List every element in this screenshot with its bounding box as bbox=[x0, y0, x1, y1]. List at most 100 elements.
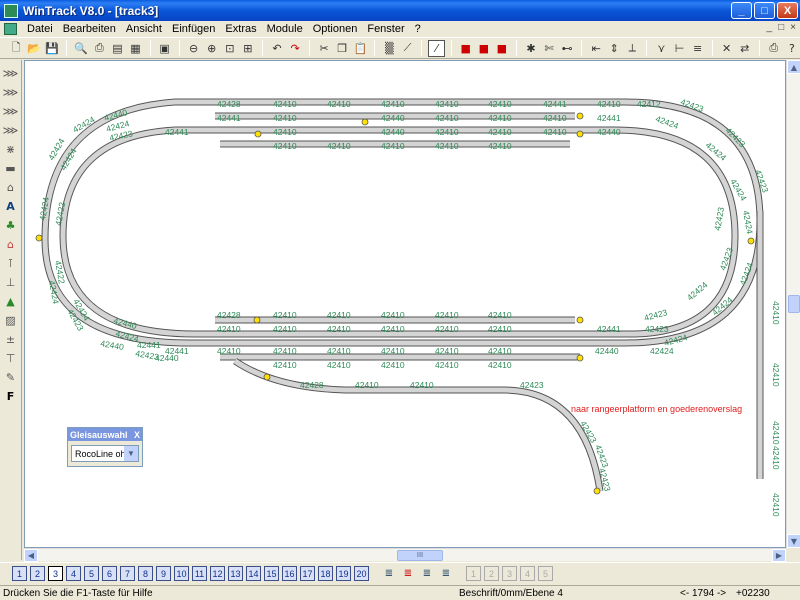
save-icon[interactable]: 💾 bbox=[44, 40, 60, 57]
layer-button-9[interactable]: 9 bbox=[156, 566, 171, 581]
layer-button-8[interactable]: 8 bbox=[138, 566, 153, 581]
cross-icon[interactable]: ✕ bbox=[719, 40, 735, 57]
title-bar[interactable]: WinTrack V8.0 - [track3] _ □ X bbox=[0, 0, 800, 21]
road-icon[interactable]: ⊺ bbox=[3, 256, 19, 271]
turnout-icon[interactable]: ⋎ bbox=[653, 40, 669, 57]
text-icon[interactable]: A bbox=[3, 199, 19, 214]
scroll-up-arrow-icon[interactable]: ▲ bbox=[787, 60, 800, 74]
module-button-3[interactable]: 3 bbox=[502, 566, 517, 581]
scroll-down-arrow-icon[interactable]: ▼ bbox=[787, 534, 800, 548]
mdi-minimize-button[interactable]: _ bbox=[767, 22, 773, 33]
vertical-scroll-thumb[interactable] bbox=[788, 295, 800, 313]
track-connector-dot[interactable] bbox=[576, 130, 584, 138]
layer-button-15[interactable]: 15 bbox=[264, 566, 279, 581]
house-icon[interactable]: ⌂ bbox=[3, 237, 19, 252]
panel-close-icon[interactable]: X bbox=[134, 430, 142, 440]
scroll-right-arrow-icon[interactable]: ▶ bbox=[772, 549, 786, 562]
mdi-restore-button[interactable]: □ bbox=[778, 22, 784, 33]
menu-bearbeiten[interactable]: Bearbeiten bbox=[58, 23, 121, 35]
maximize-button[interactable]: □ bbox=[754, 2, 775, 19]
height-icon[interactable]: ⇕ bbox=[606, 40, 622, 57]
help-icon[interactable]: ? bbox=[784, 40, 800, 57]
layer-button-13[interactable]: 13 bbox=[228, 566, 243, 581]
track3-icon[interactable]: ⋙ bbox=[3, 104, 19, 119]
inner-loop-track-bed[interactable] bbox=[59, 126, 739, 338]
document-icon[interactable] bbox=[4, 23, 17, 35]
menu-datei[interactable]: Datei bbox=[22, 23, 58, 35]
zoom-fit-icon[interactable]: ⊞ bbox=[240, 40, 256, 57]
pen-icon[interactable]: ✎ bbox=[3, 370, 19, 385]
track-system-select[interactable]: RocoLine ohr ▼ bbox=[71, 445, 139, 462]
layer-button-12[interactable]: 12 bbox=[210, 566, 225, 581]
track-connector-dot[interactable] bbox=[576, 112, 584, 120]
zoom-in-icon[interactable]: ⊕ bbox=[204, 40, 220, 57]
font-icon[interactable]: F bbox=[3, 389, 19, 404]
print-preview-icon[interactable]: 🔍 bbox=[73, 40, 89, 57]
layer-red2-icon[interactable]: ■ bbox=[476, 40, 492, 57]
track2-icon[interactable]: ⋙ bbox=[3, 85, 19, 100]
track-layout[interactable]: 42428 42410 42410 42410 42410 42410 42441 42410… bbox=[25, 61, 786, 548]
track-connector-dot[interactable] bbox=[361, 118, 369, 126]
panel-titlebar[interactable]: Gleisauswahl X bbox=[68, 428, 142, 441]
layer-button-14[interactable]: 14 bbox=[246, 566, 261, 581]
join-icon[interactable]: ⊷ bbox=[559, 40, 575, 57]
track-connector-dot[interactable] bbox=[253, 316, 261, 324]
mdi-close-button[interactable]: × bbox=[790, 22, 796, 33]
print-icon2[interactable]: ⎙ bbox=[766, 40, 782, 57]
drawing-canvas[interactable]: 42428 42410 42410 42410 42410 42410 42441 42410… bbox=[24, 60, 786, 548]
straight-icon[interactable]: ⁄ bbox=[428, 39, 445, 57]
layer-button-10[interactable]: 10 bbox=[174, 566, 189, 581]
track-connector-dot[interactable] bbox=[747, 237, 755, 245]
layer-edit-icon[interactable]: ≣ bbox=[400, 566, 416, 581]
connect-icon[interactable]: ✱ bbox=[523, 40, 539, 57]
track-connector-dot[interactable] bbox=[576, 354, 584, 362]
switch-icon[interactable]: ⇄ bbox=[737, 40, 753, 57]
menu-help[interactable]: ? bbox=[410, 23, 426, 35]
layer-red-icon[interactable]: ■ bbox=[458, 40, 474, 57]
module-button-4[interactable]: 4 bbox=[520, 566, 535, 581]
undo-icon[interactable]: ↶ bbox=[269, 40, 285, 57]
layer-button-16[interactable]: 16 bbox=[282, 566, 297, 581]
align-icon[interactable]: ≡ bbox=[690, 40, 706, 57]
layer-red3-icon[interactable]: ■ bbox=[494, 40, 510, 57]
height-marker-icon[interactable]: ± bbox=[3, 332, 19, 347]
zoom-window-icon[interactable]: ⊡ bbox=[222, 40, 238, 57]
outer-loop-track-bed[interactable] bbox=[41, 98, 764, 347]
layer-stack-icon[interactable]: ≣ bbox=[381, 566, 397, 581]
track-icon[interactable]: ⋙ bbox=[3, 66, 19, 81]
print-icon[interactable]: ⎙ bbox=[91, 40, 107, 57]
platform-icon[interactable]: ▬ bbox=[3, 161, 19, 176]
layer-button-4[interactable]: 4 bbox=[66, 566, 81, 581]
scissors-icon[interactable]: ✄ bbox=[541, 40, 557, 57]
layer-button-5[interactable]: 5 bbox=[84, 566, 99, 581]
cut-icon[interactable]: ✂ bbox=[316, 40, 332, 57]
redo-icon[interactable]: ↷ bbox=[287, 40, 303, 57]
module-button-2[interactable]: 2 bbox=[484, 566, 499, 581]
menu-ansicht[interactable]: Ansicht bbox=[121, 23, 167, 35]
copy-icon[interactable]: ❐ bbox=[334, 40, 350, 57]
track-connector-dot[interactable] bbox=[576, 316, 584, 324]
menu-einfuegen[interactable]: Einfügen bbox=[167, 23, 220, 35]
vertical-scrollbar[interactable]: ▲ ▼ bbox=[786, 60, 800, 548]
open-folder-icon[interactable]: 📂 bbox=[26, 40, 42, 57]
app-icon[interactable] bbox=[4, 3, 18, 18]
slope-icon[interactable]: ⟂ bbox=[624, 40, 640, 57]
inner-loop-track[interactable] bbox=[60, 127, 738, 337]
module-button-1[interactable]: 1 bbox=[466, 566, 481, 581]
image-icon[interactable]: ▣ bbox=[157, 40, 173, 57]
horizontal-scrollbar[interactable]: ◀ III ▶ bbox=[24, 548, 786, 562]
close-button[interactable]: X bbox=[777, 2, 798, 19]
layer-button-20[interactable]: 20 bbox=[354, 566, 369, 581]
menu-optionen[interactable]: Optionen bbox=[308, 23, 363, 35]
track4-icon[interactable]: ⋙ bbox=[3, 123, 19, 138]
layer-button-2[interactable]: 2 bbox=[30, 566, 45, 581]
layer-button-6[interactable]: 6 bbox=[102, 566, 117, 581]
page-setup-icon[interactable]: ▤ bbox=[109, 40, 125, 57]
scroll-left-arrow-icon[interactable]: ◀ bbox=[24, 549, 38, 562]
zoom-out-icon[interactable]: ⊖ bbox=[186, 40, 202, 57]
track-connector-dot[interactable] bbox=[263, 373, 271, 381]
horizontal-scroll-thumb[interactable]: III bbox=[397, 550, 443, 561]
tree-icon[interactable]: ♣ bbox=[3, 218, 19, 233]
terrain-icon[interactable]: ▨ bbox=[3, 313, 19, 328]
layer-hide-icon[interactable]: ≣ bbox=[419, 566, 435, 581]
